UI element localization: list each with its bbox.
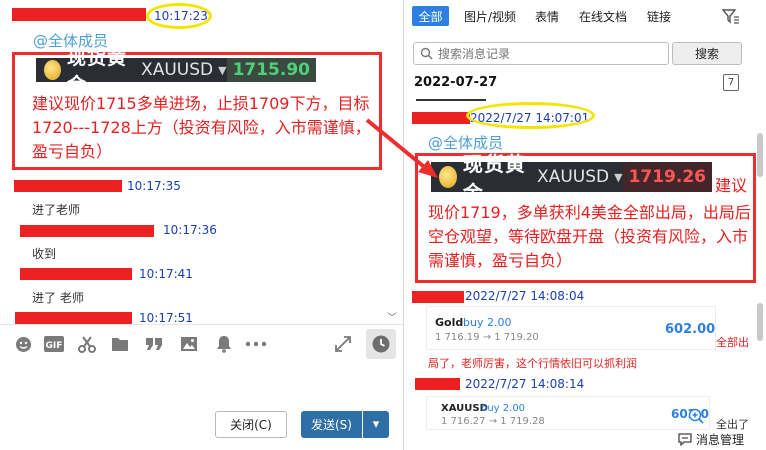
caret-down-icon: ▼	[614, 170, 623, 184]
trade-message: 现价1719，多单获利4美金全部出局，出局后空仓观望，等待欧盘开盘（投资有风险，…	[428, 203, 751, 270]
trade-message: 建议现价1715多单进场，止损1709下方，目标1720---1728上方（投资…	[32, 94, 371, 161]
svg-text:GIF: GIF	[46, 341, 63, 351]
trade-range: 1 716.19 → 1 719.20	[435, 332, 539, 343]
filter-icon[interactable]	[721, 8, 740, 27]
quote-icon[interactable]	[145, 335, 163, 353]
gif-icon[interactable]: GIF	[44, 335, 64, 353]
trade-note: 全部出	[716, 336, 749, 349]
highlight-circle	[466, 102, 595, 129]
folder-icon[interactable]	[111, 335, 129, 353]
redacted-sender	[412, 112, 470, 124]
ticker-name: 现货黄金	[67, 47, 128, 96]
tab-all[interactable]: 全部	[412, 6, 449, 26]
message-management-link[interactable]: 消息管理	[678, 431, 744, 448]
calendar-day: 7	[727, 77, 735, 88]
reply-time: 10:17:51	[139, 311, 193, 325]
chat-window: 10:17:23 @全体成员 现货黄金 XAUUSD ▼ 1715.90 建议现…	[0, 0, 403, 450]
reply-time: 10:17:35	[127, 179, 181, 193]
trade-label: Gold	[435, 316, 464, 329]
search-box	[413, 42, 669, 65]
close-button[interactable]: 关闭(C)	[215, 411, 287, 438]
emoji-icon[interactable]	[14, 335, 32, 353]
message-management-label: 消息管理	[696, 433, 745, 447]
ticker-price: 1715.90	[226, 58, 316, 82]
price-ticker[interactable]: 现货黄金 XAUUSD ▼ 1715.90	[36, 47, 316, 96]
composer-toolbar: GIF	[0, 324, 403, 362]
caret-down-icon: ▼	[218, 63, 227, 77]
bell-icon[interactable]	[215, 335, 233, 353]
search-button[interactable]: 搜索	[672, 42, 742, 65]
date-header: 2022-07-27	[414, 75, 498, 90]
zoom-in-icon[interactable]	[688, 408, 704, 427]
collapse-chevron-icon[interactable]: ﹀	[387, 309, 397, 324]
entry-time: 2022/7/27 14:08:14	[465, 377, 585, 391]
trade-side: buy 2.00	[463, 316, 512, 329]
history-scrollbar[interactable]	[757, 133, 763, 177]
trade-card[interactable]: Gold buy 2.00 1 716.19 → 1 719.20 602.00	[426, 306, 716, 350]
redacted-sender	[15, 312, 132, 324]
search-icon	[420, 47, 433, 60]
ticker-symbol: XAUUSD	[537, 167, 610, 187]
image-icon[interactable]	[180, 335, 198, 353]
price-ticker[interactable]: 现货黄金 XAUUSD ▼ 1719.26	[431, 152, 712, 205]
entry-time: 2022/7/27 14:08:04	[465, 289, 585, 303]
reply-text: 进了老师	[32, 203, 81, 217]
more-icon[interactable]	[245, 335, 267, 353]
highlight-circle	[146, 3, 212, 29]
scissors-icon[interactable]	[78, 335, 96, 353]
ticker-symbol: XAUUSD	[141, 60, 214, 80]
trade-comment: 局了，老师厉害，这个行情依旧可以抓利润	[428, 357, 637, 370]
history-tabs: 全部 图片/视频 表情 在线文档 链接	[404, 0, 766, 32]
ticker-price: 1719.26	[622, 162, 712, 192]
redacted-sender	[412, 291, 464, 303]
ticker-name: 现货黄金	[462, 152, 526, 205]
history-clock-icon[interactable]	[366, 329, 396, 359]
trade-profit: 602.00	[665, 322, 716, 337]
trade-message-lead: 建议	[715, 176, 748, 195]
expand-icon[interactable]	[334, 335, 352, 353]
history-scrollbar-lower[interactable]	[757, 303, 763, 341]
reply-time: 10:17:41	[139, 267, 193, 281]
search-input[interactable]	[438, 46, 658, 61]
trade-side: buy 2.00	[481, 403, 526, 414]
date-divider	[416, 99, 486, 101]
send-button[interactable]: 发送(S)	[301, 411, 362, 438]
trade-range: 1 716.27 → 1 719.28	[441, 416, 545, 427]
gold-coin-icon	[44, 60, 61, 80]
redacted-sender	[12, 8, 146, 21]
tab-online-docs[interactable]: 在线文档	[577, 6, 629, 26]
tab-links[interactable]: 链接	[644, 6, 674, 26]
reply-text: 进了 老师	[32, 291, 84, 305]
trade-card[interactable]: XAUUSD buy 2.00 1 716.27 → 1 719.28 602.…	[426, 396, 710, 430]
tab-stickers[interactable]: 表情	[532, 6, 562, 26]
chat-bubble-icon	[678, 433, 692, 446]
reply-text: 收到	[32, 247, 57, 261]
redacted-sender	[415, 378, 460, 390]
gold-coin-icon	[439, 166, 457, 188]
redacted-sender	[20, 225, 154, 237]
calendar-icon[interactable]: 7	[723, 74, 739, 91]
trade-note: 全出了	[716, 418, 749, 431]
redacted-sender	[14, 180, 122, 192]
tab-media[interactable]: 图片/视频	[459, 6, 521, 26]
message-history-panel: 全部 图片/视频 表情 在线文档 链接 搜索 2022-07-27 7 2022…	[403, 0, 766, 450]
redacted-sender	[20, 268, 132, 280]
reply-time: 10:17:36	[163, 223, 217, 237]
send-options-button[interactable]: ▾	[363, 411, 389, 438]
